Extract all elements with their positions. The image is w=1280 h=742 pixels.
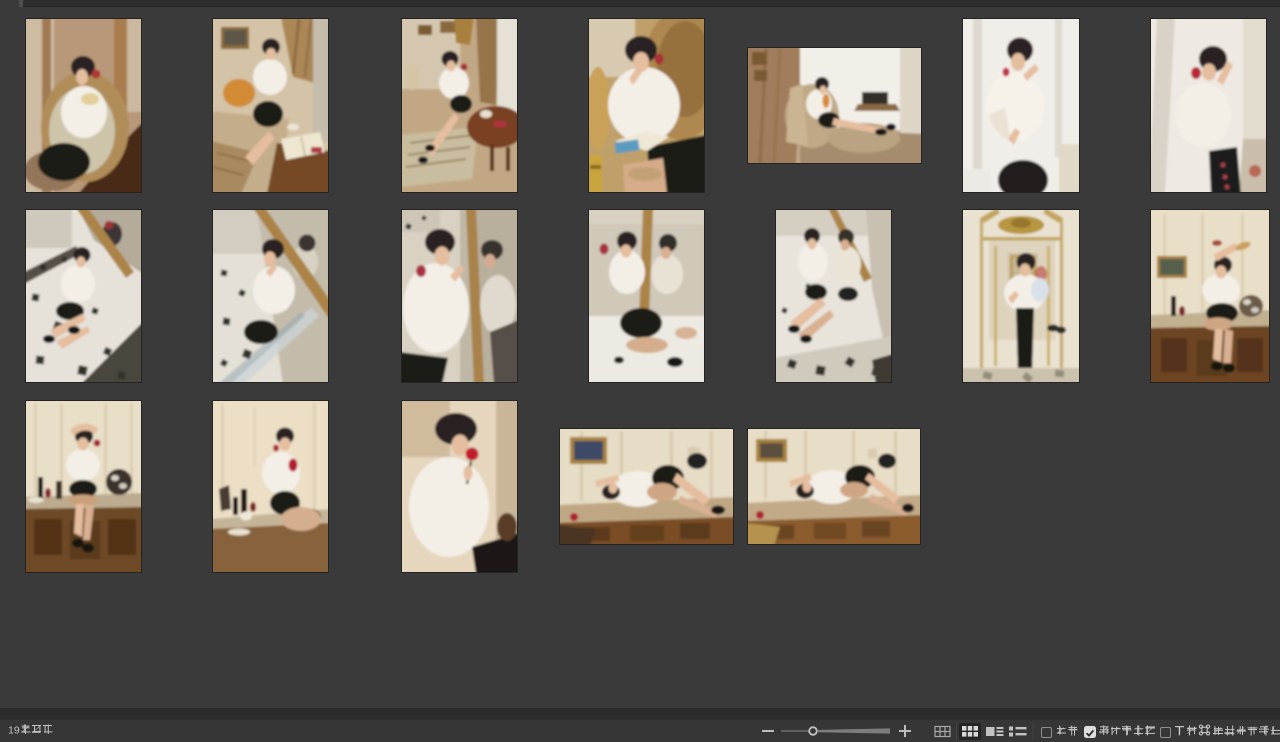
svg-text:19: 19 <box>8 725 20 737</box>
